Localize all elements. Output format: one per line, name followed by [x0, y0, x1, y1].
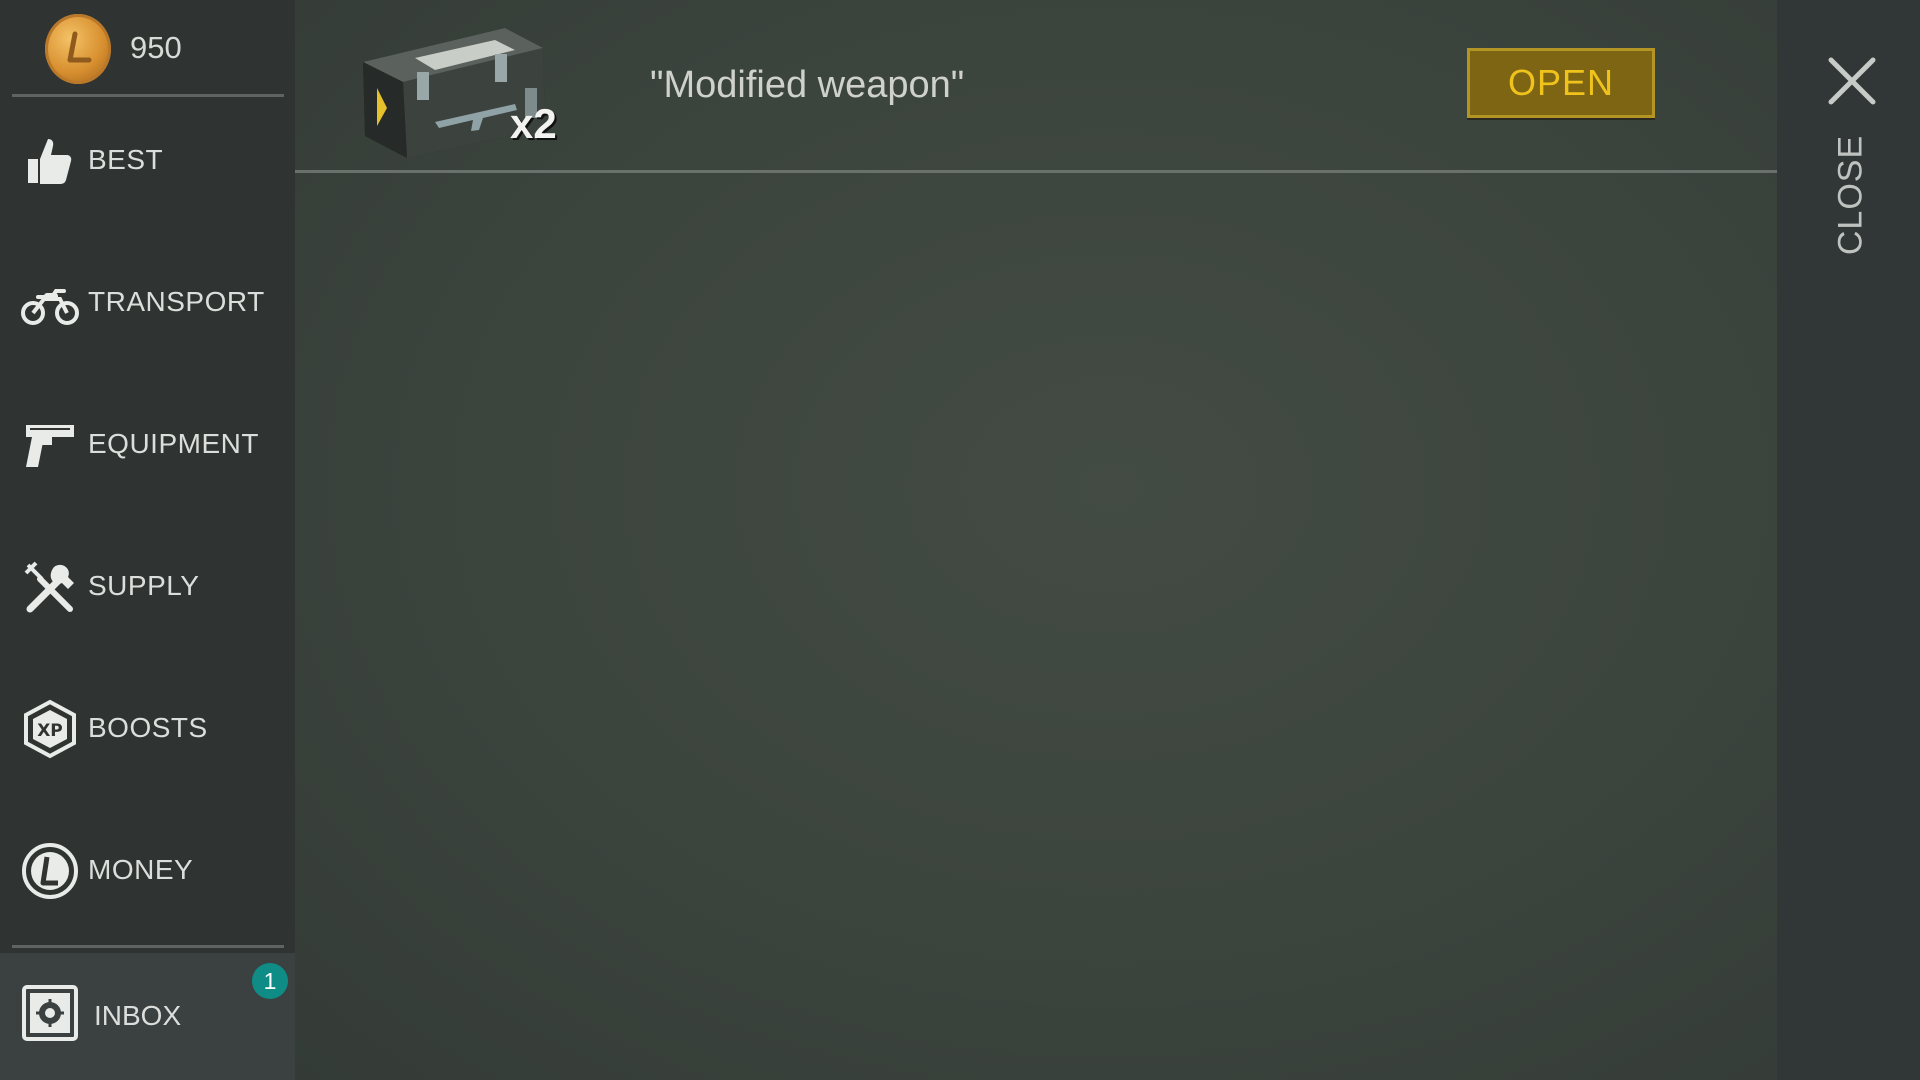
crate-count: x2 [510, 100, 557, 147]
coin-icon [45, 14, 111, 84]
sidebar-item-label: MONEY [88, 854, 194, 885]
sidebar-item-label: SUPPLY [88, 570, 200, 601]
sidebar-item-label: BOOSTS [88, 712, 208, 743]
sidebar-item-equipment[interactable]: EQUIPMENT [0, 380, 295, 510]
motorcycle-icon [21, 289, 79, 325]
main-panel: x2 "Modified weapon" OPEN [295, 0, 1777, 1080]
sidebar-item-best[interactable]: BEST [0, 96, 295, 226]
open-button[interactable]: OPEN [1467, 48, 1655, 118]
sidebar-divider [12, 945, 284, 948]
inbox-badge: 1 [252, 963, 288, 999]
sidebar-item-supply[interactable]: SUPPLY [0, 522, 295, 652]
sidebar-item-label: TRANSPORT [88, 286, 265, 317]
thumbs-up-icon [28, 139, 72, 184]
sidebar-item-label: EQUIPMENT [88, 428, 259, 459]
close-panel[interactable]: CLOSE [1777, 0, 1920, 1080]
close-icon[interactable] [1827, 56, 1877, 106]
currency-display: 950 [12, 0, 284, 97]
sidebar-item-money[interactable]: MONEY [0, 806, 295, 936]
offer-row: x2 "Modified weapon" OPEN [295, 0, 1777, 173]
offer-title: "Modified weapon" [650, 64, 965, 106]
sidebar-item-boosts[interactable]: XP BOOSTS [0, 664, 295, 794]
sidebar-item-inbox[interactable]: INBOX 1 [0, 953, 295, 1080]
close-label[interactable]: CLOSE [1832, 135, 1871, 255]
safe-icon [22, 985, 78, 1041]
coins-amount: 950 [130, 30, 182, 65]
svg-text:XP: XP [37, 721, 63, 741]
money-icon [22, 843, 78, 899]
inbox-label: INBOX [94, 1000, 182, 1031]
sidebar-item-transport[interactable]: TRANSPORT [0, 238, 295, 368]
tools-icon [24, 561, 74, 613]
xp-icon: XP [24, 699, 76, 759]
pistol-icon [26, 425, 74, 467]
sidebar: 950 BEST TRANSPORT EQUIPMENT SUPPLY XP B… [0, 0, 295, 1080]
sidebar-item-label: BEST [88, 144, 164, 175]
